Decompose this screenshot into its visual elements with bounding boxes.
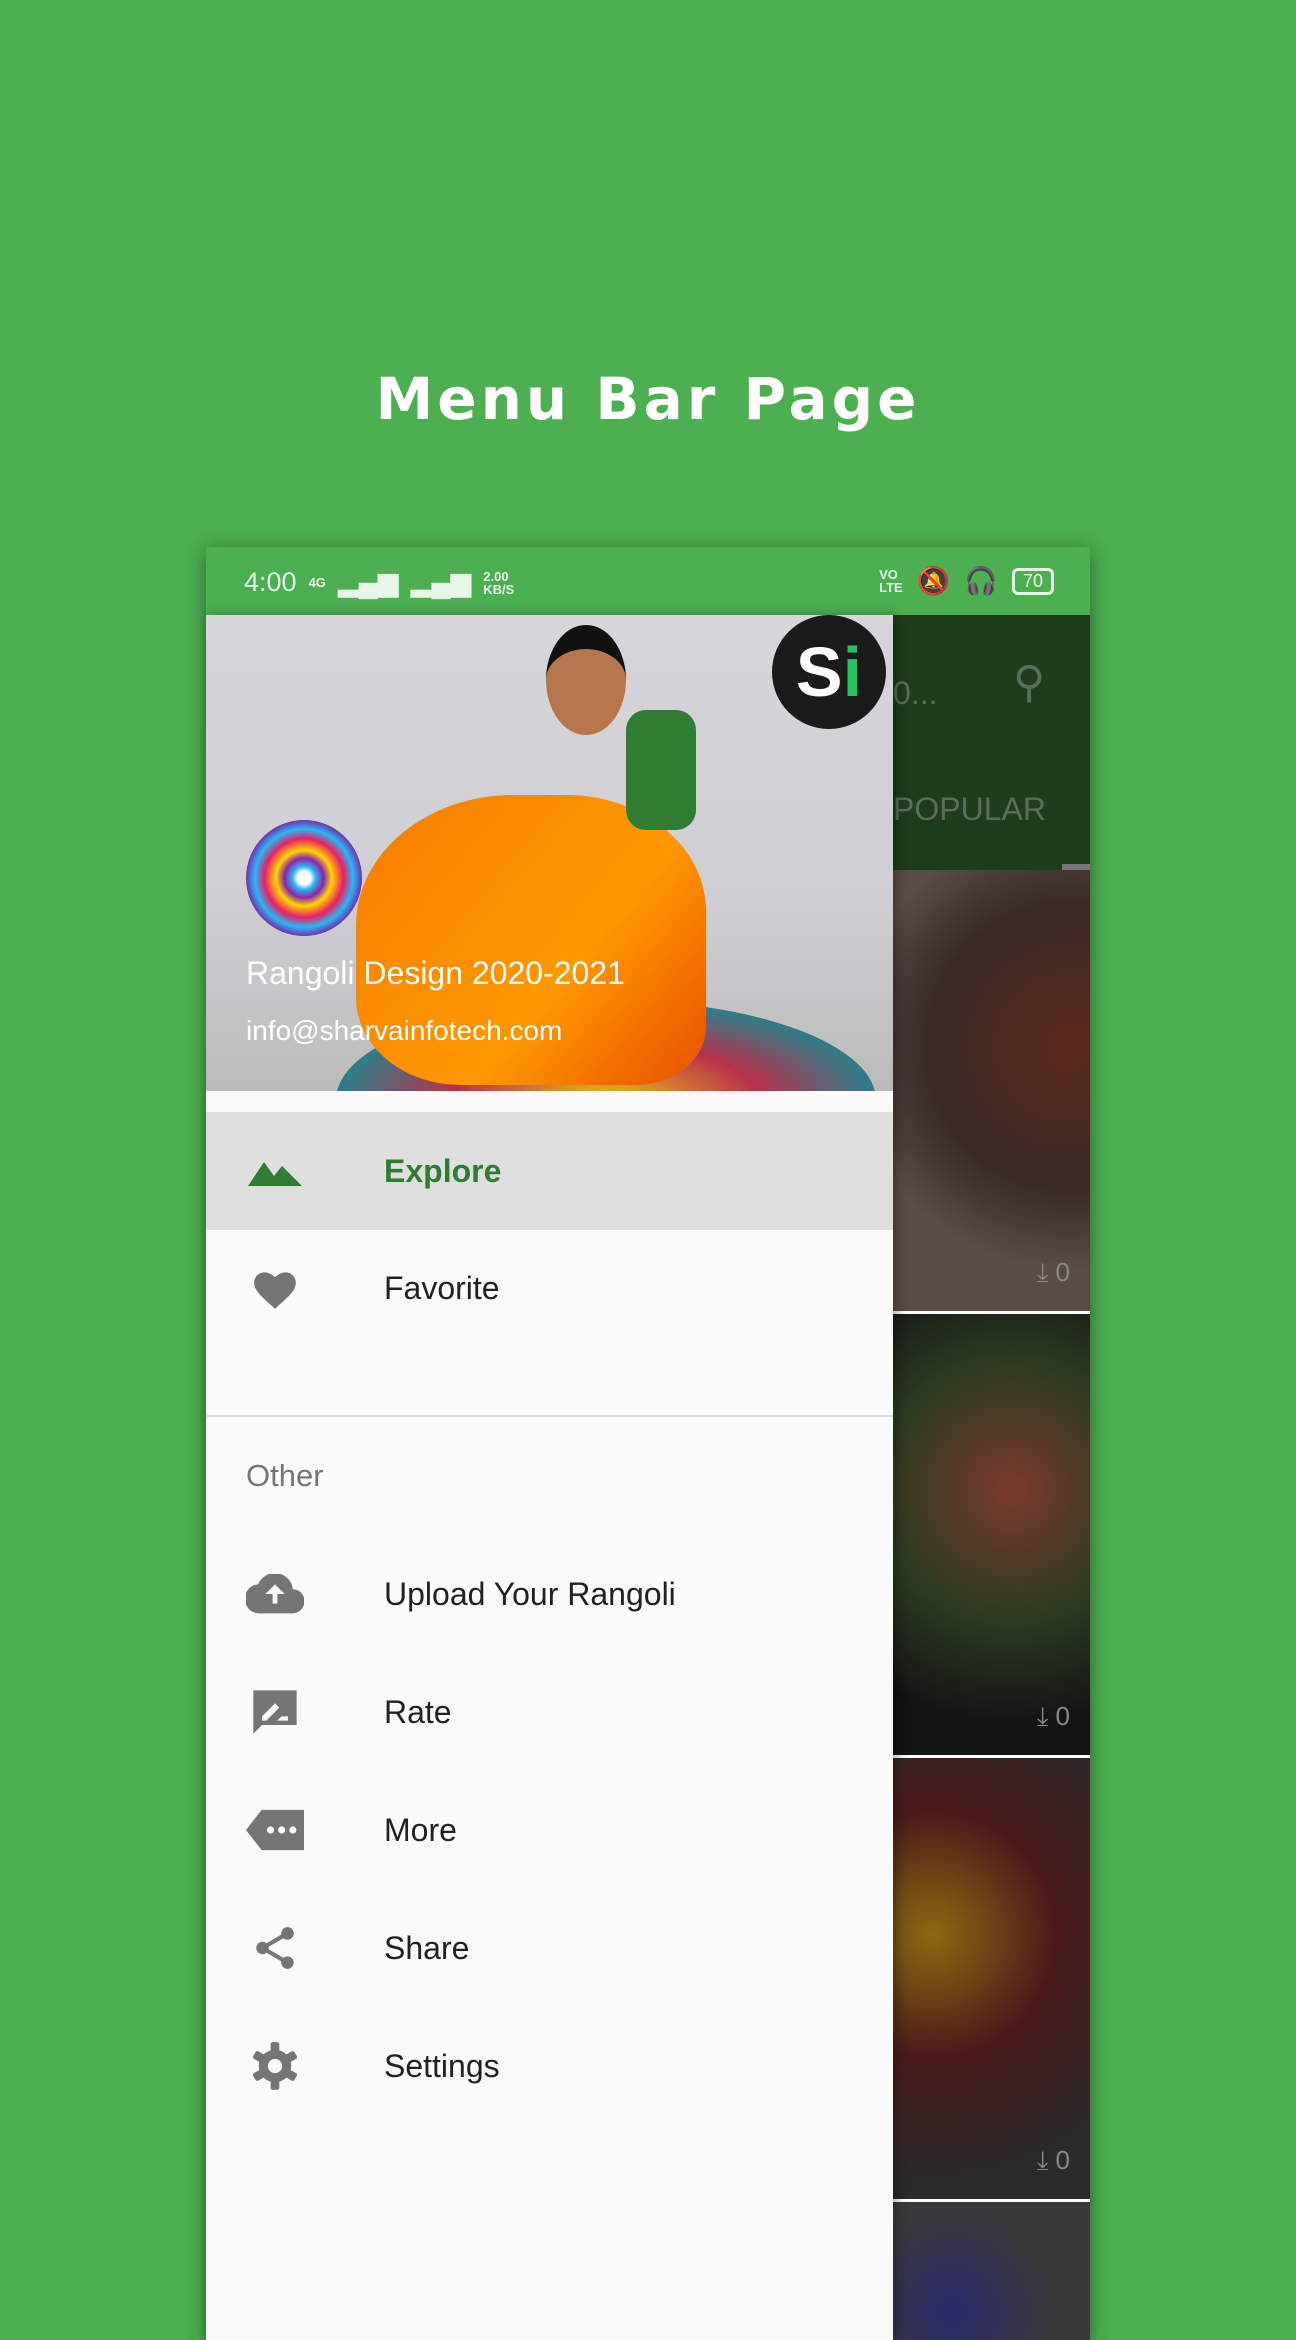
rangoli-tile[interactable]: ⤓ 0 <box>893 870 1090 1311</box>
tab-popular[interactable]: POPULAR <box>893 791 1046 828</box>
download-count: ⤓ 0 <box>1036 2145 1070 2175</box>
rangoli-tile[interactable] <box>893 2202 1090 2340</box>
menu-item-label: Rate <box>384 1693 452 1730</box>
signal-icon-2: ▂▄▆ <box>410 567 472 597</box>
search-icon[interactable]: ⚲ <box>1013 657 1045 708</box>
drawer-app-name: Rangoli Design 2020-2021 <box>246 955 625 991</box>
mute-bell-icon: 🔕 <box>916 566 951 596</box>
menu-item-favorite[interactable]: Favorite <box>206 1229 893 1347</box>
download-count: ⤓ 0 <box>1036 1257 1070 1287</box>
menu-item-label: Share <box>384 1929 470 1966</box>
rangoli-tile[interactable]: ⤓ 0 <box>893 1314 1090 1755</box>
phone-screenshot: 4:00 4G ▂▄▆ ▂▄▆ 2.00 KB/S VO LTE 🔕 🎧 70 0.… <box>206 547 1090 2340</box>
download-count: ⤓ 0 <box>1036 1701 1070 1731</box>
header-image-detail <box>626 710 696 830</box>
menu-item-explore[interactable]: Explore <box>206 1112 893 1230</box>
navigation-drawer: Si Rangoli Design 2020-2021 info@sharvai… <box>206 615 893 2340</box>
settings-icon <box>246 2037 304 2095</box>
share-icon <box>246 1919 304 1977</box>
speed-unit: KB/S <box>483 581 515 597</box>
menu-item-label: Upload Your Rangoli <box>384 1575 676 1612</box>
drawer-header: Si Rangoli Design 2020-2021 info@sharvai… <box>206 615 893 1091</box>
company-logo: Si <box>772 615 886 729</box>
toolbar-title: 0... <box>893 675 938 711</box>
rate-review-icon <box>246 1683 304 1741</box>
main-content-behind-drawer: 0... ⚲ POPULAR ⤓ 0 ⤓ 0 ⤓ 0 <box>893 615 1090 2340</box>
menu-item-settings[interactable]: Settings <box>206 2007 893 2125</box>
lte-label: LTE <box>879 580 903 595</box>
menu-item-label: Settings <box>384 2047 500 2084</box>
network-type: 4G <box>308 575 326 590</box>
page-title: Menu Bar Page <box>375 365 921 433</box>
rangoli-tile[interactable]: ⤓ 0 <box>893 1758 1090 2199</box>
menu-item-rate[interactable]: Rate <box>206 1653 893 1771</box>
heart-icon <box>246 1259 304 1317</box>
page-canvas: Menu Bar Page 4:00 4G ▂▄▆ ▂▄▆ 2.00 KB/S V… <box>0 0 1296 2340</box>
section-label-other: Other <box>246 1458 324 1493</box>
cloud-upload-icon <box>246 1565 304 1623</box>
menu-item-upload[interactable]: Upload Your Rangoli <box>206 1535 893 1653</box>
battery-icon: 70 <box>1011 567 1054 595</box>
status-bar: 4:00 4G ▂▄▆ ▂▄▆ 2.00 KB/S VO LTE 🔕 🎧 70 <box>206 547 1090 615</box>
signal-icon: ▂▄▆ <box>337 567 399 597</box>
toolbar: 0... ⚲ POPULAR <box>893 615 1090 870</box>
menu-item-label: More <box>384 1811 457 1848</box>
header-image-detail <box>546 625 626 735</box>
more-tag-icon <box>246 1801 304 1859</box>
menu-item-more[interactable]: More <box>206 1771 893 1889</box>
app-logo-mandala <box>246 820 362 936</box>
headphones-icon: 🎧 <box>964 566 998 596</box>
status-time: 4:00 <box>244 567 297 597</box>
landscape-icon <box>246 1142 304 1200</box>
menu-item-share[interactable]: Share <box>206 1889 893 2007</box>
menu-item-label: Favorite <box>384 1269 500 1306</box>
drawer-email: info@sharvainfotech.com <box>246 1015 563 1046</box>
menu-item-label: Explore <box>384 1152 502 1189</box>
divider <box>206 1415 893 1417</box>
